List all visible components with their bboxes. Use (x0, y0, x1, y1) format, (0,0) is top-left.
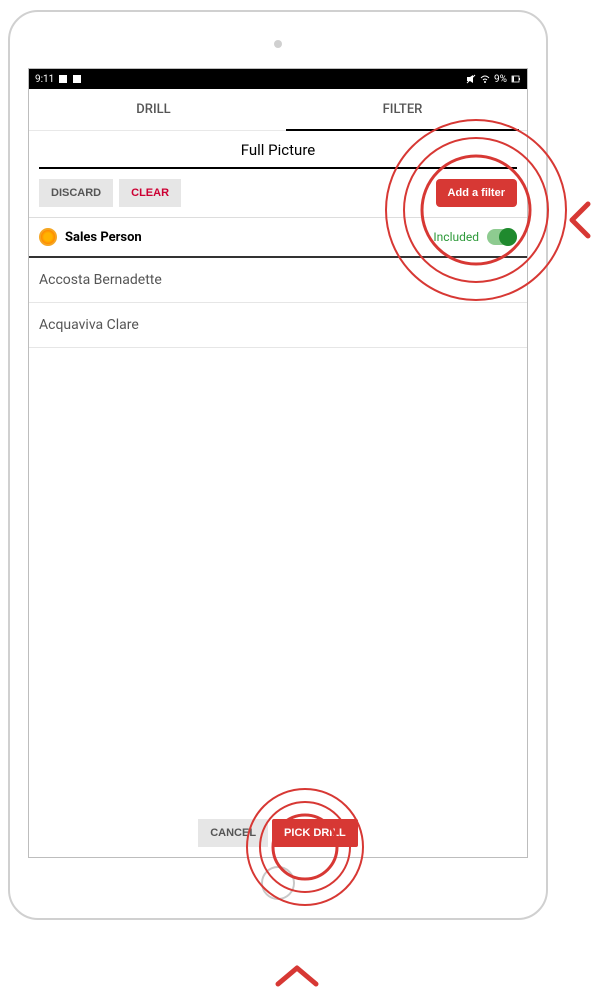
add-filter-button[interactable]: Add a filter (436, 179, 517, 207)
tablet-frame: 9:11 9% (8, 10, 548, 920)
filter-header: Sales Person Included (29, 217, 527, 258)
status-battery: 9% (494, 74, 507, 85)
mute-icon (466, 74, 476, 84)
screenshot-icon (58, 74, 68, 84)
tabs: DRILL FILTER (29, 89, 527, 131)
tab-filter[interactable]: FILTER (278, 89, 527, 130)
toolbar: DISCARD CLEAR Add a filter (29, 169, 527, 217)
footer: CANCEL PICK DRILL (29, 819, 527, 847)
included-label: Included (433, 230, 479, 244)
discard-button[interactable]: DISCARD (39, 179, 113, 207)
page-title: Full Picture (39, 131, 517, 169)
filter-name: Sales Person (65, 230, 142, 245)
tab-filter-label: FILTER (383, 102, 423, 117)
tab-drill-label: DRILL (136, 102, 170, 117)
included-toggle[interactable] (487, 229, 517, 245)
status-time: 9:11 (35, 74, 54, 85)
list-item[interactable]: Accosta Bernadette (29, 258, 527, 303)
chevron-left-icon (566, 200, 594, 244)
sales-person-icon (39, 228, 57, 246)
status-bar: 9:11 9% (29, 69, 527, 89)
list-item[interactable]: Acquaviva Clare (29, 303, 527, 348)
wifi-icon (480, 74, 490, 84)
accessibility-icon (72, 74, 82, 84)
battery-icon (511, 74, 521, 84)
screen: 9:11 9% (28, 68, 528, 858)
home-button[interactable] (261, 866, 295, 900)
pick-drill-button[interactable]: PICK DRILL (272, 819, 358, 847)
cancel-button[interactable]: CANCEL (198, 819, 268, 847)
camera-icon (274, 40, 282, 48)
chevron-up-icon (272, 960, 322, 994)
clear-button[interactable]: CLEAR (119, 179, 181, 207)
tab-drill[interactable]: DRILL (29, 89, 278, 130)
